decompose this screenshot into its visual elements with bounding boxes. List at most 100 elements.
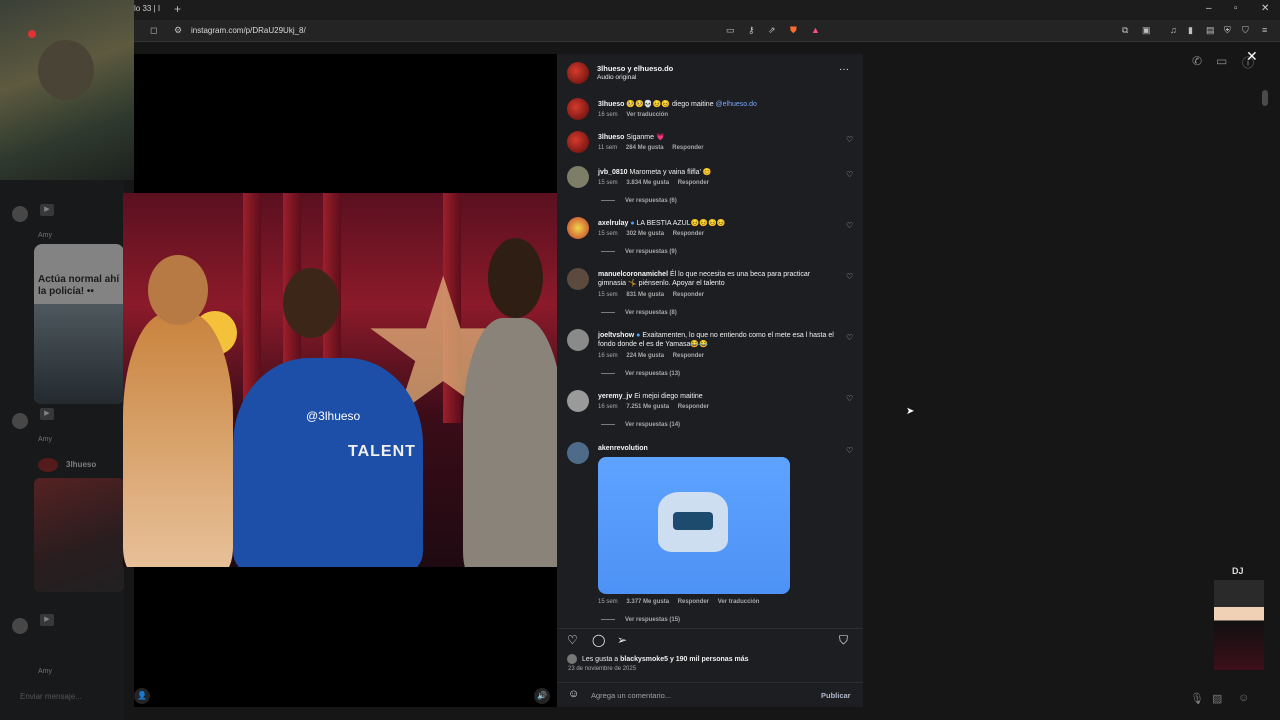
likes-prefix: Les gusta a — [581, 655, 619, 663]
site-info-icon[interactable]: ⚙ — [174, 25, 182, 36]
shared-reel-thumbnail — [34, 304, 124, 404]
comment-body: LA BESTIA AZUL😣😣😣😣 — [636, 220, 726, 227]
menu-icon[interactable]: ≡ — [1262, 25, 1267, 35]
emoji-icon[interactable]: ☺ — [568, 688, 579, 700]
new-tab-button[interactable]: + — [174, 2, 181, 16]
screenshot-icon[interactable]: ▣ — [1142, 25, 1151, 36]
view-replies-button[interactable]: Ver respuestas (14) — [601, 422, 680, 428]
likes-summary[interactable]: Les gusta a blackysmoke5 y 190 mil perso… — [567, 654, 749, 664]
view-replies-button[interactable]: Ver respuestas (9) — [601, 249, 677, 255]
heart-icon[interactable]: ♡ — [846, 333, 853, 342]
caption-user[interactable]: 3lhueso — [598, 101, 624, 108]
sidebar-icon[interactable]: ▮ — [1188, 25, 1193, 36]
wallet-icon[interactable]: ▤ — [1206, 25, 1215, 36]
comment-user[interactable]: yeremy_jv — [598, 393, 632, 400]
heart-icon[interactable]: ♡ — [846, 394, 853, 403]
url-field[interactable]: instagram.com/p/DRaU29Ukj_8/ — [191, 26, 306, 35]
avatar[interactable] — [567, 217, 589, 239]
browser-tabbar: lo 33 | I + – ▫ ✕ — [0, 0, 1280, 20]
shield-icon[interactable]: ⛉ — [1242, 25, 1249, 36]
comment-gif[interactable] — [598, 457, 790, 594]
comment-likes[interactable]: 284 Me gusta — [626, 145, 664, 151]
caption-mention[interactable]: @elhueso.do — [716, 101, 757, 108]
post-author[interactable]: 3lhueso y elhueso.do — [597, 64, 673, 73]
audio-icon[interactable]: 🔊 — [534, 688, 550, 704]
comment-likes[interactable]: 3.834 Me gusta — [626, 180, 669, 186]
rewards-icon[interactable]: ▲ — [811, 25, 820, 35]
comment-user[interactable]: axelrulay — [598, 220, 628, 227]
close-icon[interactable]: ✕ — [1246, 48, 1258, 65]
comment-user[interactable]: joeltvshow — [598, 332, 634, 339]
reply-button[interactable]: Responder — [673, 292, 704, 298]
view-replies-button[interactable]: Ver respuestas (6) — [601, 198, 677, 204]
bookmark-page-icon[interactable]: ◻ — [150, 25, 157, 36]
avatar[interactable] — [567, 268, 589, 290]
comment-likes[interactable]: 831 Me gusta — [626, 292, 664, 298]
bookmark-icon[interactable]: ⛉ — [839, 633, 848, 648]
avatar[interactable] — [567, 390, 589, 412]
avatar[interactable] — [567, 98, 589, 120]
minimize-button[interactable]: – — [1206, 3, 1212, 14]
scrollbar[interactable] — [1262, 90, 1268, 106]
comment-user[interactable]: manuelcoronamichel — [598, 271, 668, 278]
audio-label[interactable]: Audio original — [597, 74, 636, 81]
reel-video[interactable]: ★ TALENT @3lhueso 👤 🔊 — [123, 54, 557, 707]
heart-icon[interactable]: ♡ — [846, 272, 853, 281]
close-window-button[interactable]: ✕ — [1261, 3, 1269, 14]
browser-tab[interactable]: lo 33 | I — [134, 4, 160, 13]
comment-user[interactable]: jvb_0810 — [598, 169, 628, 176]
heart-icon[interactable]: ♡ — [846, 446, 853, 455]
comment-user[interactable]: akenrevolution — [598, 445, 648, 452]
user-tag-icon[interactable]: 👤 — [134, 688, 150, 704]
caption-meta: 16 sem Ver traducción — [598, 112, 675, 118]
reply-button[interactable]: Responder — [673, 231, 704, 237]
share-icon[interactable]: ➢ — [617, 633, 627, 647]
streamer-head — [38, 40, 94, 100]
comment-likes[interactable]: 224 Me gusta — [626, 353, 664, 359]
likes-suffix[interactable]: y 190 mil personas más — [670, 656, 749, 663]
avatar[interactable] — [567, 62, 589, 84]
publish-button[interactable]: Publicar — [821, 691, 851, 700]
comment-likes[interactable]: 302 Me gusta — [626, 231, 664, 237]
translate-link[interactable]: Ver traducción — [718, 599, 760, 605]
music-icon[interactable]: ♫ — [1170, 25, 1177, 35]
brave-shield-icon[interactable]: ⛊ — [790, 25, 797, 36]
add-comment-bar: ☺ Publicar — [557, 682, 863, 707]
maximize-button[interactable]: ▫ — [1234, 3, 1238, 14]
heart-icon[interactable]: ♡ — [567, 633, 578, 647]
heart-icon[interactable]: ♡ — [846, 135, 853, 144]
avatar[interactable] — [567, 166, 589, 188]
comment-user[interactable]: 3lhueso — [598, 134, 624, 141]
comment-icon[interactable]: ◯ — [592, 633, 605, 647]
reply-button[interactable]: Responder — [678, 180, 709, 186]
avatar[interactable] — [567, 131, 589, 153]
avatar[interactable] — [567, 329, 589, 351]
comment-likes[interactable]: 7.251 Me gusta — [626, 404, 669, 410]
view-replies-button[interactable]: Ver respuestas (13) — [601, 371, 680, 377]
share-page-icon[interactable]: ⇗ — [768, 25, 776, 36]
reply-button[interactable]: Responder — [672, 145, 703, 151]
reply-button[interactable]: Responder — [678, 599, 709, 605]
extensions-icon[interactable]: ⧉ — [1122, 25, 1128, 36]
likes-user[interactable]: blackysmoke5 — [620, 656, 668, 663]
verified-badge-icon: ● — [636, 332, 641, 339]
translate-link[interactable]: Ver traducción — [626, 112, 668, 118]
pixel-character — [1214, 580, 1264, 670]
comment-input[interactable] — [591, 691, 811, 700]
reply-button[interactable]: Responder — [673, 353, 704, 359]
more-options-icon[interactable]: ··· — [839, 64, 849, 75]
vpn-icon[interactable]: ⛨ — [1224, 25, 1231, 36]
heart-icon[interactable]: ♡ — [846, 170, 853, 179]
view-replies-button[interactable]: Ver respuestas (15) — [601, 617, 680, 623]
comment-likes[interactable]: 3.377 Me gusta — [626, 599, 669, 605]
message-input[interactable]: Enviar mensaje... — [20, 692, 82, 701]
heart-icon[interactable]: ♡ — [846, 221, 853, 230]
video-call-icon: ▭ — [1216, 54, 1228, 68]
reply-button[interactable]: Responder — [678, 404, 709, 410]
view-replies-button[interactable]: Ver respuestas (8) — [601, 310, 677, 316]
avatar[interactable] — [567, 442, 589, 464]
comment-text: 3lhueso Siganme 💗 — [598, 133, 838, 142]
key-icon[interactable]: ⚷ — [748, 25, 755, 36]
sticker-icon: ☺ — [1238, 692, 1250, 704]
cast-icon[interactable]: ▭ — [726, 25, 735, 36]
